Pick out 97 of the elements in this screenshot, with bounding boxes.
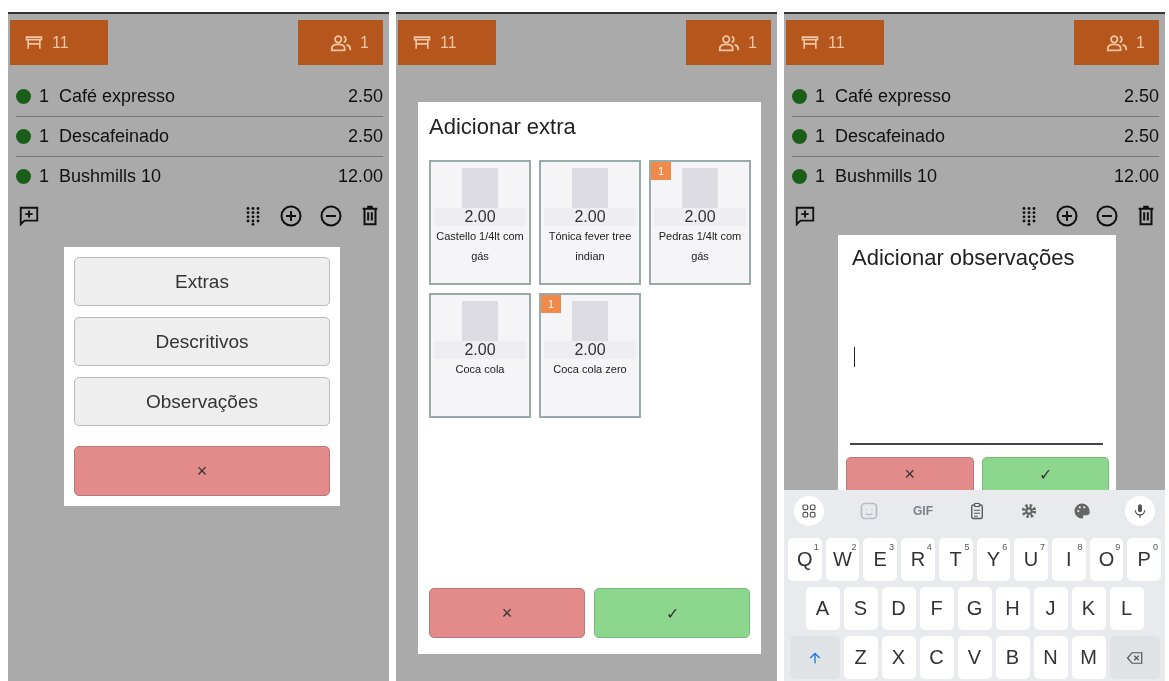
order-row[interactable]: 1 Bushmills 10 12.00 xyxy=(792,157,1159,196)
keyboard-key[interactable]: M xyxy=(1071,636,1106,679)
item-name: Bushmills 10 xyxy=(835,166,939,187)
keyboard-key[interactable]: G xyxy=(957,587,992,630)
dialog-title: Adicionar extra xyxy=(429,114,577,140)
mic-button[interactable] xyxy=(1125,496,1155,526)
order-row[interactable]: 1 Café expresso 2.50 xyxy=(16,77,383,117)
item-name: Bushmills 10 xyxy=(59,166,163,187)
product-name: Coca cola xyxy=(455,362,505,377)
count-badge: 1 xyxy=(651,162,672,180)
product-name: Tónica fever tree indian xyxy=(547,229,633,264)
status-dot xyxy=(16,89,31,104)
menu-option[interactable]: Observações xyxy=(74,377,330,426)
product-price: 2.00 xyxy=(434,208,526,226)
count-badge: 1 xyxy=(541,295,562,313)
order-row[interactable]: 1 Bushmills 10 12.00 xyxy=(16,157,383,196)
item-price: 2.50 xyxy=(347,126,383,147)
product-price: 2.00 xyxy=(654,208,746,226)
keyboard-key[interactable]: N xyxy=(1033,636,1068,679)
item-price: 2.50 xyxy=(1123,86,1159,107)
backspace-key[interactable] xyxy=(1109,636,1160,679)
grid-icon[interactable] xyxy=(801,503,817,519)
add-comment-icon[interactable] xyxy=(18,205,40,227)
keyboard-key[interactable]: W $^{2}$ xyxy=(825,538,860,581)
status-dot xyxy=(16,169,31,184)
product-tile[interactable]: 2.00 Coca cola zero 1 xyxy=(539,293,641,418)
status-dot xyxy=(792,89,807,104)
product-name: Pedras 1/4lt com gás xyxy=(657,229,743,264)
confirm-button[interactable]: ✓ xyxy=(594,588,750,638)
keyboard-key[interactable]: C xyxy=(919,636,954,679)
menu-option[interactable]: Extras xyxy=(74,257,330,306)
keyboard-key[interactable]: V xyxy=(957,636,992,679)
keyboard-key[interactable]: B xyxy=(995,636,1030,679)
keyboard-key[interactable]: P $^{0}$ xyxy=(1127,538,1161,581)
cancel-button[interactable]: × xyxy=(74,446,330,496)
item-name: Café expresso xyxy=(59,86,177,107)
keyboard-key[interactable]: A xyxy=(805,587,840,630)
keyboard-key[interactable]: Y $^{6}$ xyxy=(976,538,1011,581)
add-comment-icon[interactable] xyxy=(794,205,816,227)
item-price: 12.00 xyxy=(337,166,383,187)
status-dot xyxy=(16,129,31,144)
item-quantity: 1 xyxy=(39,86,50,107)
product-price: 2.00 xyxy=(544,341,636,359)
product-tile[interactable]: 2.00 Pedras 1/4lt com gás 1 xyxy=(649,160,751,285)
product-name: Coca cola zero xyxy=(553,362,627,377)
status-dot xyxy=(792,129,807,144)
confirm-button[interactable]: ✓ xyxy=(981,457,1109,490)
item-quantity: 1 xyxy=(39,126,50,147)
keyboard-key[interactable]: X xyxy=(881,636,916,679)
keyboard-key[interactable]: I $^{8}$ xyxy=(1051,538,1086,581)
text-cursor xyxy=(854,347,855,367)
item-name: Café expresso xyxy=(835,86,953,107)
keyboard-key[interactable]: Z xyxy=(843,636,878,679)
product-price: 2.00 xyxy=(544,208,636,226)
item-price: 12.00 xyxy=(1113,166,1159,187)
product-price: 2.00 xyxy=(434,341,526,359)
product-tile[interactable]: 2.00 Tónica fever tree indian xyxy=(539,160,641,285)
remove-icon[interactable] xyxy=(1095,204,1119,228)
menu-option[interactable]: Descritivos xyxy=(74,317,330,366)
dialog-title: Adicionar observações xyxy=(852,245,1076,271)
cancel-button[interactable]: × xyxy=(429,588,585,638)
keyboard-key[interactable]: L xyxy=(1109,587,1144,630)
keyboard-key[interactable]: T $^{5}$ xyxy=(938,538,973,581)
keyboard-key[interactable]: O $^{9}$ xyxy=(1089,538,1124,581)
keyboard-key[interactable]: S xyxy=(843,587,878,630)
keyboard-key[interactable]: D xyxy=(881,587,916,630)
keyboard-key[interactable]: K xyxy=(1071,587,1106,630)
item-quantity: 1 xyxy=(815,86,826,107)
item-quantity: 1 xyxy=(815,166,826,187)
keyboard-key[interactable]: F xyxy=(919,587,954,630)
item-quantity: 1 xyxy=(39,166,50,187)
product-tile[interactable]: 2.00 Castello 1/4lt com gás xyxy=(429,160,531,285)
status-dot xyxy=(792,169,807,184)
keyboard-key[interactable]: U $^{7}$ xyxy=(1014,538,1048,581)
keyboard-key[interactable]: Q $^{1}$ xyxy=(788,538,822,581)
order-row[interactable]: 1 Café expresso 2.50 xyxy=(792,77,1159,117)
product-tile[interactable]: 2.00 Coca cola xyxy=(429,293,531,418)
palette-icon[interactable] xyxy=(1072,502,1091,520)
item-name: Descafeinado xyxy=(835,126,947,147)
keyboard-key[interactable]: R $^{4}$ xyxy=(901,538,935,581)
keyboard-key[interactable]: H xyxy=(995,587,1030,630)
keyboard-key[interactable]: J xyxy=(1033,587,1068,630)
order-row[interactable]: 1 Descafeinado 2.50 xyxy=(792,117,1159,157)
item-quantity: 1 xyxy=(815,126,826,147)
apps-button[interactable] xyxy=(794,496,824,526)
settings-icon[interactable] xyxy=(1020,502,1038,520)
product-name: Castello 1/4lt com gás xyxy=(435,229,525,264)
microphone-icon[interactable] xyxy=(1132,503,1148,519)
item-name: Descafeinado xyxy=(59,126,171,147)
remove-icon[interactable] xyxy=(319,204,343,228)
cancel-button[interactable]: × xyxy=(846,457,974,490)
item-price: 2.50 xyxy=(347,86,383,107)
item-price: 2.50 xyxy=(1123,126,1159,147)
add-icon[interactable] xyxy=(279,204,303,228)
keyboard-key[interactable]: E $^{3}$ xyxy=(863,538,898,581)
add-icon[interactable] xyxy=(1055,204,1079,228)
order-row[interactable]: 1 Descafeinado 2.50 xyxy=(16,117,383,157)
